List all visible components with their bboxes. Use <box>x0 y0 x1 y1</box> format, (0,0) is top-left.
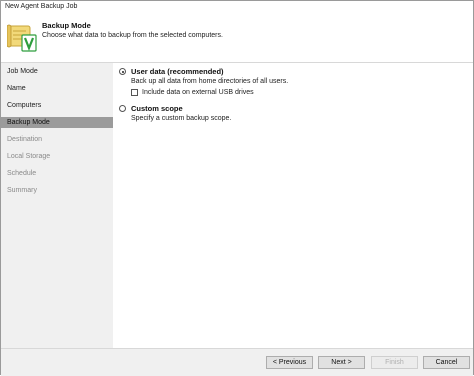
step-name[interactable]: Name <box>1 83 113 94</box>
window-title: New Agent Backup Job <box>5 3 78 10</box>
include-usb-label[interactable]: Include data on external USB drives <box>142 89 254 96</box>
step-schedule: Schedule <box>7 170 37 177</box>
step-local-storage: Local Storage <box>7 153 51 160</box>
finish-button: Finish <box>371 356 418 369</box>
step-job-mode[interactable]: Job Mode <box>1 66 113 77</box>
step-summary: Summary <box>7 187 37 194</box>
user-data-label[interactable]: User data (recommended) <box>131 67 224 76</box>
next-button[interactable]: Next > <box>318 356 365 369</box>
step-backup-mode[interactable]: Backup Mode <box>1 117 113 128</box>
wizard-footer: < Previous Next > Finish Cancel <box>1 348 473 376</box>
wizard-header: Backup Mode Choose what data to backup f… <box>1 14 473 63</box>
user-data-radio[interactable] <box>119 68 126 75</box>
custom-scope-label[interactable]: Custom scope <box>131 104 183 113</box>
backup-scroll-icon <box>6 23 37 53</box>
step-destination: Destination <box>7 136 43 143</box>
include-usb-checkbox[interactable] <box>131 89 138 96</box>
title-bar: New Agent Backup Job <box>1 1 473 15</box>
wizard-steps-sidebar: Job Mode Name Computers Backup Mode Dest… <box>1 63 113 348</box>
header-description: Choose what data to backup from the sele… <box>42 32 223 39</box>
custom-scope-description: Specify a custom backup scope. <box>131 115 232 122</box>
custom-scope-radio[interactable] <box>119 105 126 112</box>
new-agent-backup-job-window: New Agent Backup Job Backup Mode Choose … <box>0 0 474 376</box>
step-computers[interactable]: Computers <box>1 100 113 111</box>
previous-button[interactable]: < Previous <box>266 356 313 369</box>
cancel-button[interactable]: Cancel <box>423 356 470 369</box>
header-title: Backup Mode <box>42 21 91 30</box>
backup-mode-panel: User data (recommended) Back up all data… <box>113 63 473 348</box>
user-data-description: Back up all data from home directories o… <box>131 78 289 85</box>
